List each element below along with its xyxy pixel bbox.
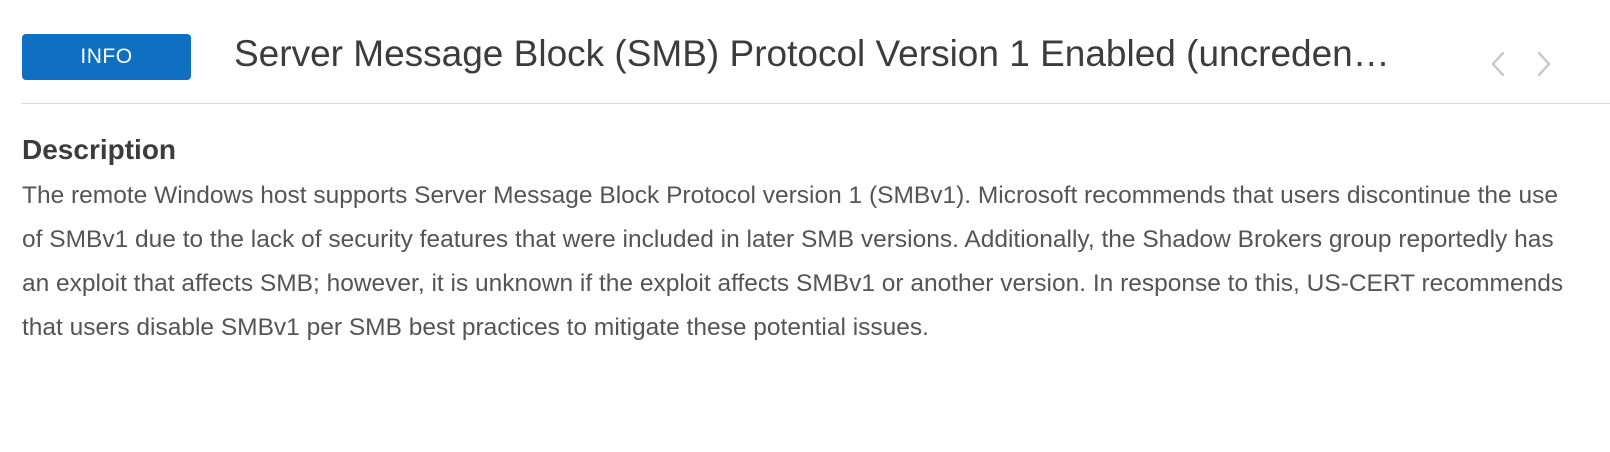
next-button[interactable] — [1530, 48, 1558, 80]
previous-button[interactable] — [1484, 48, 1512, 80]
description-text: The remote Windows host supports Server … — [22, 182, 1564, 341]
severity-badge: INFO — [22, 34, 191, 80]
description-section: Description The remote Windows host supp… — [22, 132, 1582, 350]
chevron-left-icon — [1491, 51, 1505, 77]
description-heading: Description — [22, 134, 177, 165]
plugin-title: Server Message Block (SMB) Protocol Vers… — [234, 33, 1394, 74]
plugin-header: INFO Server Message Block (SMB) Protocol… — [22, 22, 1610, 104]
chevron-right-icon — [1537, 51, 1551, 77]
